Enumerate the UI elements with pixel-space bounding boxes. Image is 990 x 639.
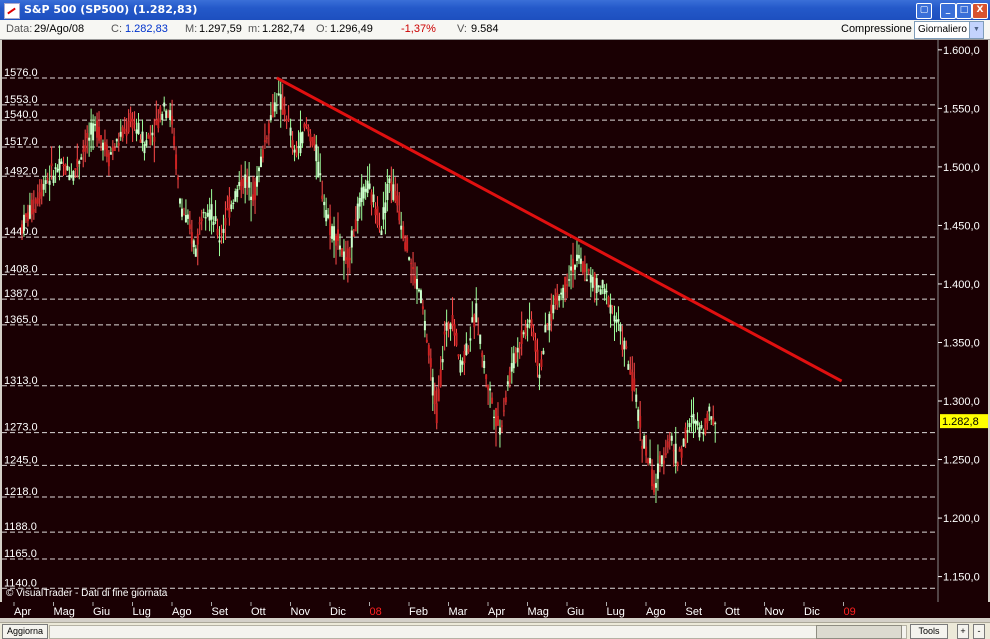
month-tick-label: Apr (488, 606, 505, 618)
open-label: O: (316, 23, 328, 35)
compression-label: Compressione (841, 23, 912, 35)
month-tick-label: Dic (330, 606, 346, 618)
credit-text: © VisualTrader - Dati di fine giornata (6, 588, 168, 599)
support-level-label: 1492.0 (4, 165, 38, 177)
price-chart[interactable]: 1576.0 1553.0 1540.0 1517.0 1492.0 1440.0 1408… (0, 40, 990, 622)
month-tick-label: Giu (93, 606, 110, 618)
month-tick-label: Lug (607, 606, 625, 618)
tools-button[interactable]: Tools (910, 624, 948, 639)
support-level-label: 1245.0 (4, 454, 38, 466)
low-value: 1.282,74 (262, 23, 305, 35)
close-button[interactable]: X (972, 3, 988, 19)
month-tick-label: Ott (251, 606, 266, 618)
month-tick-label: Mar (449, 606, 468, 618)
scrollbar-thumb[interactable] (816, 625, 902, 639)
support-level-label: 1408.0 (4, 264, 38, 276)
price-tick-label: 1.200,0 (943, 513, 980, 525)
date-value: 29/Ago/08 (34, 23, 85, 35)
last-price-label: 1.282,8 (942, 416, 979, 428)
support-level-label: 1440.0 (4, 226, 38, 238)
support-level-label: 1165.0 (4, 548, 37, 560)
minimize-button[interactable]: _ (940, 3, 956, 19)
month-tick-label: 09 (844, 606, 856, 618)
status-bar: Aggiorna Tools + - (0, 622, 990, 639)
compression-select[interactable]: Giornaliero ▼ (914, 21, 984, 39)
month-tick-label: Lug (133, 606, 151, 618)
open-value: 1.296,49 (330, 23, 373, 35)
month-tick-label: Apr (14, 606, 31, 618)
support-level-label: 1273.0 (4, 422, 38, 434)
support-level-label: 1313.0 (4, 375, 38, 387)
price-tick-label: 1.550,0 (943, 103, 980, 115)
update-button[interactable]: Aggiorna (2, 624, 49, 639)
support-level-label: 1553.0 (4, 94, 38, 106)
change-value: -1,37% (401, 23, 436, 35)
month-tick-label: Ago (646, 606, 666, 618)
support-level-label: 1517.0 (4, 136, 38, 148)
close-value: 1.282,83 (125, 23, 168, 35)
month-tick-label: Ott (725, 606, 740, 618)
date-label: Data: (6, 23, 33, 35)
title-bar: S&P 500 (SP500) (1.282,83) ▢ _ □ X (0, 0, 990, 20)
high-label: M: (185, 23, 198, 35)
price-tick-label: 1.300,0 (943, 396, 980, 408)
zoom-out-button[interactable]: - (973, 624, 985, 639)
month-tick-label: Set (686, 606, 703, 618)
time-scrollbar[interactable] (49, 625, 907, 639)
month-tick-label: Nov (765, 606, 785, 618)
price-tick-label: 1.400,0 (943, 279, 980, 291)
close-label: C: (111, 23, 122, 35)
month-tick-label: Dic (804, 606, 820, 618)
support-level-label: 1188.0 (4, 521, 37, 533)
zoom-in-button[interactable]: + (957, 624, 969, 639)
month-tick-label: Ago (172, 606, 192, 618)
month-tick-label: Nov (291, 606, 311, 618)
price-tick-label: 1.350,0 (943, 337, 980, 349)
month-tick-label: Giu (567, 606, 584, 618)
price-tick-label: 1.600,0 (943, 45, 980, 57)
chart-area[interactable]: 1576.0 1553.0 1540.0 1517.0 1492.0 1440.0 1408… (0, 40, 990, 622)
support-level-label: 1576.0 (4, 67, 38, 79)
restore-button[interactable]: ▢ (916, 3, 932, 19)
price-tick-label: 1.250,0 (943, 455, 980, 467)
chart-app-icon (4, 3, 20, 19)
chevron-down-icon[interactable]: ▼ (969, 22, 983, 38)
low-label: m: (248, 23, 261, 35)
support-level-label: 1387.0 (4, 288, 38, 300)
month-tick-label: 08 (370, 606, 382, 618)
price-tick-label: 1.450,0 (943, 220, 980, 232)
month-tick-label: Set (212, 606, 229, 618)
maximize-button[interactable]: □ (956, 3, 972, 19)
volume-label: V: (457, 23, 467, 35)
month-tick-label: Mag (54, 606, 75, 618)
quote-info-bar: Data: 29/Ago/08 C: 1.282,83 M: 1.297,59 … (0, 20, 990, 40)
price-tick-label: 1.500,0 (943, 162, 980, 174)
support-level-label: 1540.0 (4, 109, 38, 121)
month-tick-label: Feb (409, 606, 428, 618)
price-tick-label: 1.150,0 (943, 572, 980, 584)
support-level-label: 1218.0 (4, 486, 38, 498)
volume-value: 9.584 (471, 23, 499, 35)
app-window: S&P 500 (SP500) (1.282,83) ▢ _ □ X Data:… (0, 0, 990, 639)
compression-value: Giornaliero (918, 24, 967, 35)
window-title: S&P 500 (SP500) (1.282,83) (24, 3, 198, 16)
support-level-label: 1365.0 (4, 314, 38, 326)
month-tick-label: Mag (528, 606, 549, 618)
high-value: 1.297,59 (199, 23, 242, 35)
